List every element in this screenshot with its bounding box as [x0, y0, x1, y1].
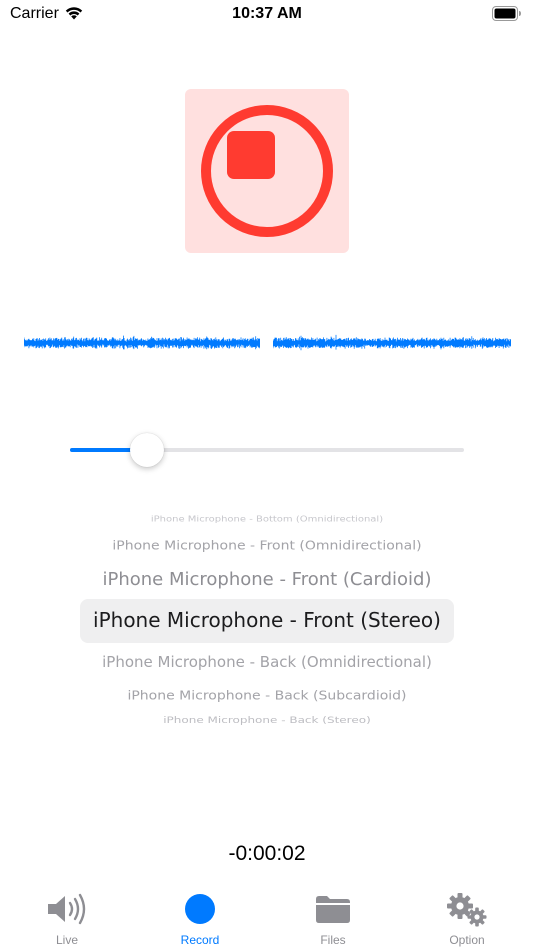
recording-timer: -0:00:02	[228, 842, 306, 865]
record-stop-button[interactable]	[185, 89, 349, 253]
tab-live[interactable]: Live	[0, 882, 134, 950]
waveform-left-channel	[24, 335, 260, 350]
picker-option[interactable]: iPhone Microphone - Front (Omnidirection…	[0, 539, 534, 553]
gain-slider[interactable]	[70, 432, 464, 468]
tab-label: Files	[320, 933, 346, 947]
waveform-trace	[24, 335, 260, 350]
picker-option[interactable]: iPhone Microphone - Back (Subcardioid)	[0, 689, 534, 703]
waveform-trace	[273, 334, 511, 351]
stop-icon	[227, 131, 275, 179]
picker-option[interactable]: iPhone Microphone - Front (Cardioid)	[0, 569, 534, 590]
picker-option[interactable]: iPhone Microphone - Back (Omnidirectiona…	[0, 653, 534, 671]
picker-option[interactable]: iPhone Microphone - Bottom (Omnidirectio…	[0, 515, 534, 523]
folder-icon	[315, 893, 351, 930]
tab-option[interactable]: Option	[400, 882, 534, 950]
speaker-icon	[46, 893, 88, 930]
tab-label: Live	[55, 933, 78, 947]
tab-bar: Live Record Files Option	[0, 882, 534, 950]
tab-label: Option	[449, 933, 485, 947]
gears-icon	[446, 893, 488, 932]
tab-label: Record	[180, 933, 220, 947]
tab-record[interactable]: Record	[133, 882, 267, 950]
status-bar: Carrier 10:37 AM	[0, 0, 534, 28]
input-source-picker[interactable]: iPhone Microphone - Bottom (Omnidirectio…	[0, 508, 534, 734]
battery-icon	[492, 6, 522, 26]
tab-files[interactable]: Files	[266, 882, 400, 950]
waveform-right-channel	[273, 334, 511, 351]
status-time: 10:37 AM	[232, 5, 302, 22]
picker-option[interactable]: iPhone Microphone - Back (Stereo)	[0, 715, 534, 725]
picker-option-selected[interactable]: iPhone Microphone - Front (Stereo)	[0, 608, 534, 632]
slider-thumb[interactable]	[129, 433, 164, 467]
record-dot-icon	[184, 893, 216, 930]
